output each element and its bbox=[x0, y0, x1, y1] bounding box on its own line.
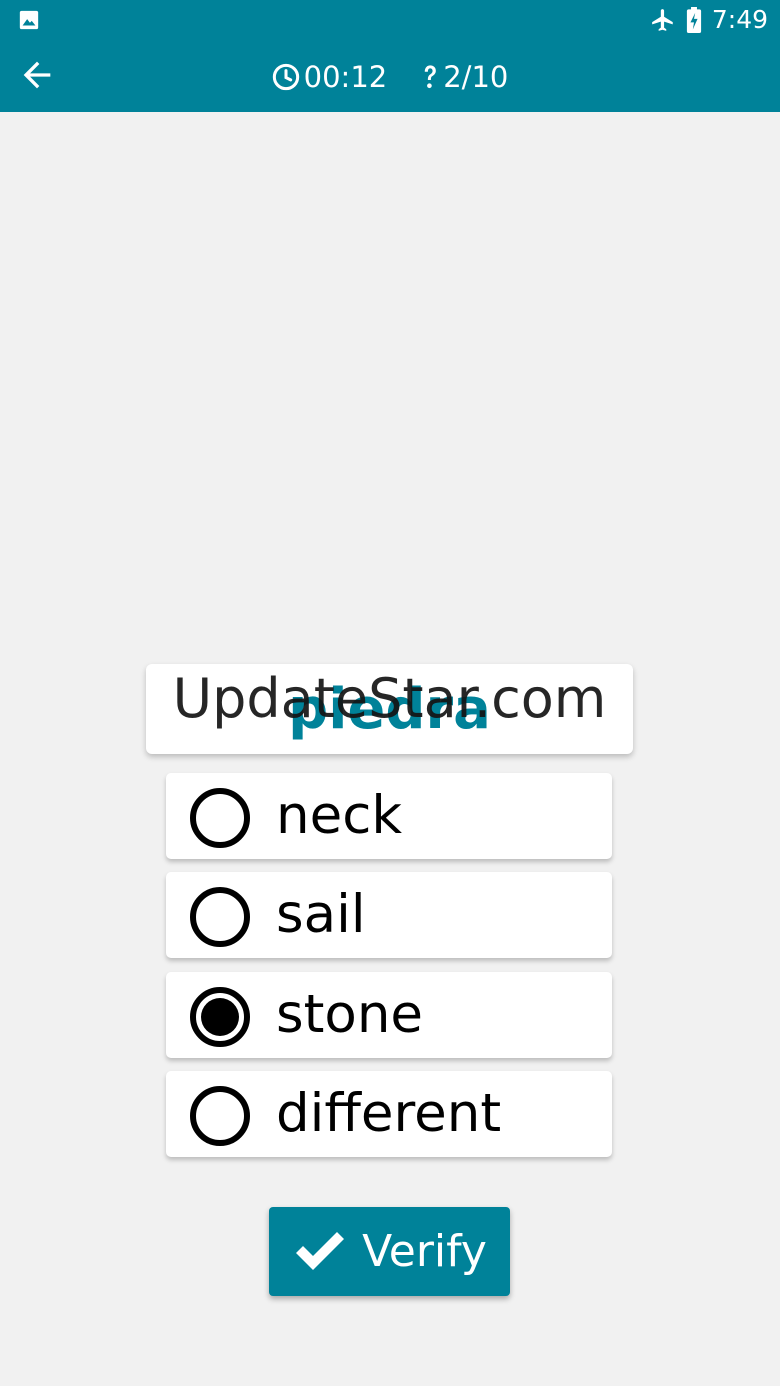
quiz-status: 00:12 2/10 bbox=[0, 52, 780, 102]
app-bar: 7:49 00:12 2/10 bbox=[0, 0, 780, 112]
answer-label: stone bbox=[276, 984, 424, 1045]
radio-button[interactable] bbox=[190, 788, 250, 848]
question-word: piedra bbox=[288, 677, 491, 742]
answer-option-4[interactable]: different bbox=[166, 1071, 612, 1157]
image-icon bbox=[19, 10, 39, 30]
checkmark-icon bbox=[296, 1231, 345, 1270]
airplane-icon bbox=[652, 9, 673, 31]
answer-option-3[interactable]: stone bbox=[166, 972, 612, 1058]
answer-option-1[interactable]: neck bbox=[166, 773, 612, 859]
answer-option-2[interactable]: sail bbox=[166, 872, 612, 958]
question-card: piedra UpdateStar.com bbox=[146, 664, 633, 754]
timer: 00:12 bbox=[272, 60, 388, 94]
status-time: 7:49 bbox=[711, 5, 768, 34]
question-icon bbox=[424, 65, 437, 89]
question-progress: 2/10 bbox=[421, 60, 508, 94]
answer-label: sail bbox=[276, 884, 366, 945]
radio-button-selected[interactable] bbox=[190, 987, 250, 1047]
radio-button[interactable] bbox=[190, 1086, 250, 1146]
verify-label: Verify bbox=[362, 1226, 487, 1277]
progress-value: 2/10 bbox=[443, 60, 509, 94]
radio-button[interactable] bbox=[190, 887, 250, 947]
answer-label: neck bbox=[276, 785, 403, 846]
battery-charging-icon bbox=[686, 7, 701, 33]
clock-icon bbox=[272, 63, 299, 91]
timer-value: 00:12 bbox=[303, 60, 388, 94]
answer-label: different bbox=[276, 1083, 502, 1144]
status-icons: 7:49 bbox=[650, 4, 768, 36]
status-bar: 7:49 bbox=[0, 0, 780, 40]
verify-button[interactable]: Verify bbox=[269, 1207, 510, 1296]
